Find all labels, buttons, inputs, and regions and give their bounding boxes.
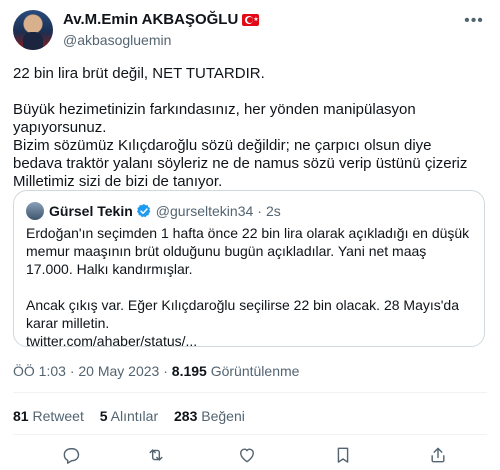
likes-count: 283 (174, 408, 198, 424)
author-avatar[interactable] (13, 10, 53, 50)
quoted-tweet-text: Erdoğan'ın seçimden 1 hafta önce 22 bin … (26, 224, 472, 350)
retweet-icon[interactable] (146, 445, 168, 467)
tweet-date[interactable]: 20 May 2023 (78, 363, 159, 379)
quoted-paragraph: Erdoğan'ın seçimden 1 hafta önce 22 bin … (26, 225, 470, 277)
tweet-line: Bizim sözümüz Kılıçdaroğlu sözü değildir… (13, 137, 468, 172)
tweet-text: 22 bin lira brüt değil, NET TUTARDIR. Bü… (13, 65, 483, 191)
quotes-label: Alıntılar (110, 408, 159, 424)
likes-stat[interactable]: 283 Beğeni (174, 408, 245, 424)
quoted-tweet[interactable]: Gürsel Tekin @gurseltekin34 · 2s Erdoğan… (13, 190, 485, 350)
views-label: Görüntülenme (210, 363, 300, 379)
tweet-meta: ÖÖ 1:03 · 20 May 2023 · 8.195 Görüntülen… (13, 363, 300, 379)
tweet-line: 22 bin lira brüt değil, NET TUTARDIR. (13, 65, 265, 82)
share-icon[interactable] (428, 445, 450, 467)
quoted-link[interactable]: twitter.com/ahaber/status/... (26, 332, 472, 350)
quoted-author-name[interactable]: Gürsel Tekin (49, 203, 133, 219)
tweet-stats: 81 Retweet 5 Alıntılar 283 Beğeni (13, 408, 257, 424)
more-icon[interactable]: ••• (463, 12, 485, 32)
views-count: 8.195 (171, 363, 207, 379)
tweet-actions (13, 445, 487, 469)
divider (13, 434, 487, 435)
like-icon[interactable] (237, 445, 259, 467)
tweet-line: Milletimiz sizi de bizi de tanıyor. (13, 173, 223, 190)
author-name-block: Av.M.Emin AKBAŞOĞLU ★ @akbasogluemin (63, 11, 260, 49)
likes-label: Beğeni (201, 408, 245, 424)
author-display-name[interactable]: Av.M.Emin AKBAŞOĞLU (63, 11, 238, 29)
quotes-count: 5 (99, 408, 108, 424)
quoted-paragraph: Ancak çıkış var. Eğer Kılıçdaroğlu seçil… (26, 297, 459, 331)
tweet-line: Büyük hezimetinizin farkındasınız, her y… (13, 101, 416, 136)
verified-badge-icon (136, 204, 151, 218)
turkey-flag-icon: ★ (242, 14, 260, 26)
quoted-tweet-header: Gürsel Tekin @gurseltekin34 · 2s (26, 202, 281, 220)
quotes-stat[interactable]: 5 Alıntılar (100, 408, 158, 424)
quoted-author-avatar[interactable] (26, 202, 44, 220)
author-handle[interactable]: @akbasogluemin (63, 31, 259, 49)
retweets-label: Retweet (32, 408, 84, 424)
divider (13, 392, 487, 393)
retweets-count: 81 (13, 408, 29, 424)
quoted-tweet-time[interactable]: 2s (266, 203, 281, 219)
quoted-author-handle[interactable]: @gurseltekin34 (156, 203, 254, 219)
retweets-stat[interactable]: 81 Retweet (13, 408, 84, 424)
bookmark-icon[interactable] (333, 445, 355, 467)
tweet-header: Av.M.Emin AKBAŞOĞLU ★ @akbasogluemin ••• (13, 8, 487, 52)
tweet-time[interactable]: ÖÖ 1:03 (13, 363, 66, 379)
reply-icon[interactable] (61, 445, 83, 467)
separator-dot: · (257, 203, 262, 219)
